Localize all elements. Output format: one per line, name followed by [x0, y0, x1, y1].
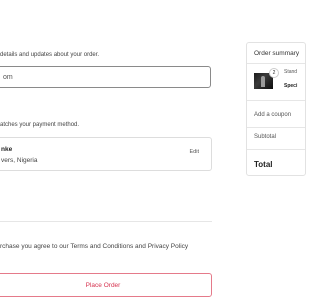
product-figure [261, 76, 265, 87]
privacy-link[interactable]: Privacy Policy [148, 243, 188, 250]
billing-address-card: nke vers, Nigeria Edit [0, 137, 212, 171]
summary-divider [247, 100, 305, 101]
order-summary-title: Order summary [254, 50, 300, 57]
terms-and: and [133, 243, 148, 250]
edit-address-link[interactable]: Edit [190, 149, 199, 155]
address-location: vers, Nigeria [1, 157, 38, 164]
summary-divider [247, 63, 305, 64]
item-name: Stand [284, 69, 298, 75]
quantity-badge: 2 [269, 68, 279, 78]
billing-help-text: atches your payment method. [0, 122, 80, 128]
summary-divider [247, 149, 305, 150]
place-order-button[interactable]: Place Order [0, 273, 212, 297]
summary-divider [247, 127, 305, 128]
add-coupon-toggle[interactable]: Add a coupon [254, 112, 291, 118]
address-name: nke [1, 146, 13, 153]
item-variant: Speci [284, 83, 298, 89]
total-label: Total [254, 160, 273, 169]
terms-prefix: rchase you agree to our [0, 243, 71, 250]
email-field[interactable] [0, 66, 211, 88]
contact-help-text: details and updates about your order. [0, 52, 100, 58]
terms-link[interactable]: Terms and Conditions [70, 243, 133, 250]
order-summary-panel: Order summary 2 Stand Speci Add a coupon… [246, 42, 306, 176]
section-divider [0, 221, 212, 222]
subtotal-label: Subtotal [254, 134, 277, 140]
terms-notice: rchase you agree to our Terms and Condit… [0, 243, 188, 250]
